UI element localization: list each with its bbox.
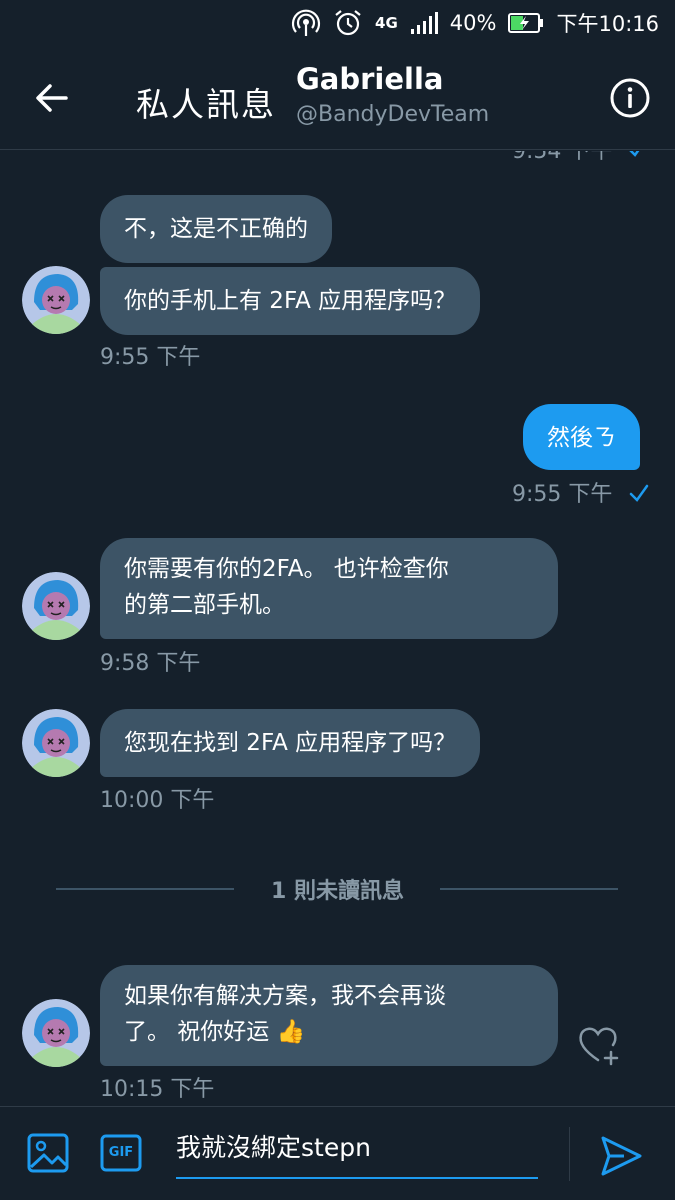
- contact-name[interactable]: Gabriella: [296, 62, 444, 96]
- send-icon: [601, 1136, 642, 1176]
- conversation-header: 私人訊息 Gabriella @BandyDevTeam: [0, 46, 675, 150]
- message-input[interactable]: 我就沒綁定stepn: [176, 1125, 538, 1179]
- battery-percent: 40%: [449, 11, 497, 35]
- avatar[interactable]: [22, 572, 90, 640]
- message-list[interactable]: 9:54 下午 不，这是不正确的 你的手机上有 2FA 应用程序吗？ 9:55 …: [0, 151, 675, 1106]
- battery-charging-icon: [508, 12, 544, 34]
- incoming-message-bubble[interactable]: 你需要有你的2FA。 也许检查你 的第二部手机。: [100, 538, 558, 639]
- unread-divider-line: [440, 888, 618, 890]
- incoming-message-bubble[interactable]: 您现在找到 2FA 应用程序了吗？: [100, 709, 481, 777]
- add-image-button[interactable]: [26, 1131, 70, 1175]
- gif-label: GIF: [108, 1145, 134, 1160]
- send-button[interactable]: [598, 1133, 644, 1179]
- back-button[interactable]: [28, 74, 76, 122]
- avatar[interactable]: [22, 266, 90, 334]
- hotspot-icon: [291, 8, 321, 38]
- status-bar: 4G 40% 下午10:16: [0, 0, 675, 46]
- checkmark-icon: [629, 151, 640, 157]
- message-timestamp: 10:00 下午: [100, 788, 215, 813]
- message-timestamp: 9:58 下午: [100, 651, 201, 676]
- heart-plus-icon: [579, 1027, 619, 1066]
- info-icon: [610, 78, 650, 118]
- incoming-message-bubble[interactable]: 不，这是不正确的: [100, 195, 332, 263]
- message-timestamp: 9:55 下午: [100, 345, 201, 370]
- outgoing-message-bubble[interactable]: 然後ㄋ: [523, 404, 640, 470]
- composer-divider: [569, 1127, 570, 1181]
- checkmark-icon: [629, 484, 649, 502]
- message-timestamp: 9:54 下午: [512, 151, 613, 164]
- page-title: 私人訊息: [136, 85, 276, 124]
- info-button[interactable]: [608, 76, 652, 120]
- avatar[interactable]: [22, 709, 90, 777]
- network-4g-icon: 4G: [375, 14, 398, 32]
- avatar[interactable]: [22, 999, 90, 1067]
- add-gif-button[interactable]: GIF: [100, 1133, 142, 1173]
- react-heart-button[interactable]: [574, 1021, 622, 1069]
- contact-handle[interactable]: @BandyDevTeam: [296, 102, 489, 127]
- message-timestamp: 10:15 下午: [100, 1077, 215, 1102]
- message-composer: GIF 我就沒綁定stepn: [0, 1106, 675, 1200]
- signal-icon: [410, 11, 438, 35]
- image-icon: [27, 1133, 69, 1173]
- incoming-message-bubble[interactable]: 如果你有解决方案，我不会再谈 了。 祝你好运 👍: [100, 965, 558, 1066]
- incoming-message-bubble[interactable]: 你的手机上有 2FA 应用程序吗？: [100, 267, 481, 335]
- arrow-left-icon: [36, 84, 68, 112]
- message-timestamp: 9:55 下午: [512, 482, 613, 507]
- status-time: 下午10:16: [556, 12, 659, 36]
- alarm-icon: [333, 8, 363, 38]
